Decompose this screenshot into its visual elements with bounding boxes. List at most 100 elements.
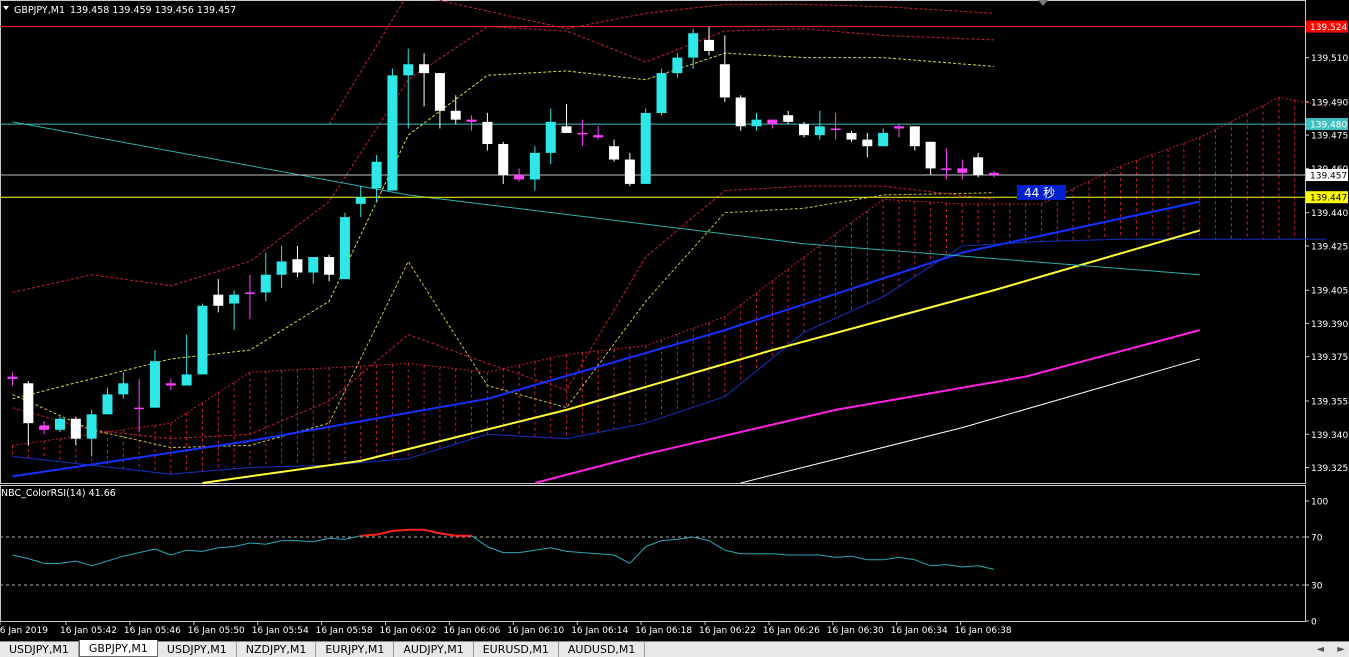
- candle-body[interactable]: [23, 383, 34, 424]
- candle-body[interactable]: [387, 75, 398, 191]
- candle-body[interactable]: [450, 110, 461, 120]
- candle-body[interactable]: [181, 374, 192, 386]
- tab-eurjpy[interactable]: EURJPY,M1: [316, 642, 395, 657]
- candle-body[interactable]: [862, 139, 873, 147]
- collapse-triangle-icon[interactable]: [3, 6, 9, 10]
- price-axis[interactable]: 139.510139.490139.475139.460139.440139.4…: [1305, 20, 1348, 474]
- candle-body[interactable]: [466, 119, 477, 122]
- candle-body[interactable]: [704, 39, 715, 51]
- candle-body[interactable]: [830, 128, 841, 131]
- candle-body[interactable]: [688, 33, 699, 58]
- candle-body[interactable]: [7, 376, 18, 379]
- tab-usdjpy[interactable]: USDJPY,M1: [0, 642, 79, 657]
- candle-body[interactable]: [719, 64, 730, 98]
- candle-body[interactable]: [846, 132, 857, 140]
- main-price-chart[interactable]: [0, 0, 1327, 484]
- tab-gbpjpy[interactable]: GBPJPY,M1: [78, 640, 158, 657]
- candle-body[interactable]: [70, 418, 81, 439]
- scroll-left-icon[interactable]: ◄: [1316, 644, 1324, 655]
- rsi-line-segment: [629, 546, 647, 564]
- candle-body[interactable]: [419, 64, 430, 74]
- rsi-line-segment: [423, 528, 441, 535]
- tab-nzdjpy[interactable]: NZDJPY,M1: [237, 642, 317, 657]
- candle-body[interactable]: [988, 172, 999, 176]
- candle-body[interactable]: [260, 274, 271, 293]
- rsi-line-segment: [518, 549, 535, 554]
- time-tick-label: 16 Jan 06:22: [699, 626, 756, 636]
- candle-body[interactable]: [244, 292, 255, 294]
- rsi-line-segment: [360, 533, 377, 537]
- candle-body[interactable]: [767, 119, 778, 125]
- candle-body[interactable]: [735, 97, 746, 127]
- candle-body[interactable]: [292, 259, 303, 273]
- shift-marker-icon[interactable]: [1038, 0, 1048, 6]
- rsi-line-segment: [550, 547, 567, 552]
- candle-body[interactable]: [925, 141, 936, 169]
- candle-body[interactable]: [514, 175, 525, 180]
- candle-body[interactable]: [54, 418, 65, 430]
- candle-body[interactable]: [957, 168, 968, 173]
- scroll-right-icon[interactable]: ►: [1337, 644, 1345, 655]
- candle-body[interactable]: [39, 425, 50, 430]
- candle-body[interactable]: [973, 157, 984, 176]
- rsi-line-segment: [265, 540, 282, 545]
- candle-body[interactable]: [355, 197, 366, 204]
- tab-audusd[interactable]: AUDUSD,M1: [559, 642, 646, 657]
- candle-body[interactable]: [656, 73, 667, 113]
- candle-body[interactable]: [371, 161, 382, 189]
- tab-usdjpy-2[interactable]: USDJPY,M1: [158, 642, 237, 657]
- candle-body[interactable]: [324, 257, 335, 275]
- candle-body[interactable]: [799, 124, 809, 136]
- rsi-line-segment: [12, 554, 29, 560]
- candle-body[interactable]: [197, 305, 208, 375]
- candle-body[interactable]: [149, 361, 160, 408]
- rsi-line-segment: [534, 547, 551, 551]
- candle-body[interactable]: [593, 135, 604, 138]
- rsi-line-segment: [249, 542, 266, 545]
- candle-body[interactable]: [672, 57, 683, 74]
- candle-body[interactable]: [814, 126, 825, 136]
- price-tick-label: 139.390: [1311, 320, 1348, 330]
- chart-canvas[interactable]: 10070300 139.510139.490139.475139.460139…: [0, 0, 1349, 641]
- rsi-line-segment: [598, 553, 615, 556]
- candle-body[interactable]: [941, 168, 952, 170]
- candle-body[interactable]: [624, 159, 635, 184]
- candle-body[interactable]: [609, 146, 620, 160]
- candle-body[interactable]: [434, 73, 445, 111]
- time-tick-label: 16 Jan 06:10: [507, 626, 564, 636]
- candle-body[interactable]: [308, 257, 319, 273]
- tab-audjpy[interactable]: AUDJPY,M1: [394, 642, 474, 657]
- price-tick-label: 139.425: [1311, 242, 1348, 252]
- price-tick-label: 139.340: [1311, 431, 1348, 441]
- candle-body[interactable]: [403, 64, 414, 76]
- candle-body[interactable]: [545, 121, 556, 153]
- candle-body[interactable]: [102, 394, 113, 415]
- candle-body[interactable]: [229, 294, 240, 304]
- candle-body[interactable]: [276, 261, 287, 275]
- rsi-line-segment: [883, 556, 900, 561]
- candle-body[interactable]: [213, 294, 224, 306]
- candle-body[interactable]: [482, 121, 493, 145]
- rsi-subwindow[interactable]: 100 70 30 0: [0, 485, 1328, 628]
- candle-body[interactable]: [134, 407, 145, 410]
- candle-body[interactable]: [86, 414, 97, 439]
- candle-body[interactable]: [577, 132, 588, 135]
- rsi-line-segment: [75, 560, 92, 567]
- candle-body[interactable]: [909, 126, 920, 147]
- candle-body[interactable]: [529, 152, 540, 180]
- candle-body[interactable]: [751, 119, 762, 127]
- candle-body[interactable]: [893, 126, 904, 129]
- rsi-level-label: 100: [1311, 498, 1328, 508]
- candle-body[interactable]: [561, 126, 572, 133]
- time-tick-label: 16 Jan 2019: [0, 626, 48, 636]
- candle-body[interactable]: [165, 383, 176, 386]
- candle-body[interactable]: [339, 217, 350, 280]
- candle-body[interactable]: [640, 112, 651, 184]
- candle-body[interactable]: [118, 383, 129, 395]
- candle-body[interactable]: [878, 132, 889, 147]
- tab-eurusd[interactable]: EURUSD,M1: [474, 642, 559, 657]
- candle-body[interactable]: [783, 115, 794, 122]
- candle-body[interactable]: [498, 144, 509, 176]
- rsi-line-segment: [107, 555, 124, 562]
- rsi-line-segment: [344, 535, 361, 540]
